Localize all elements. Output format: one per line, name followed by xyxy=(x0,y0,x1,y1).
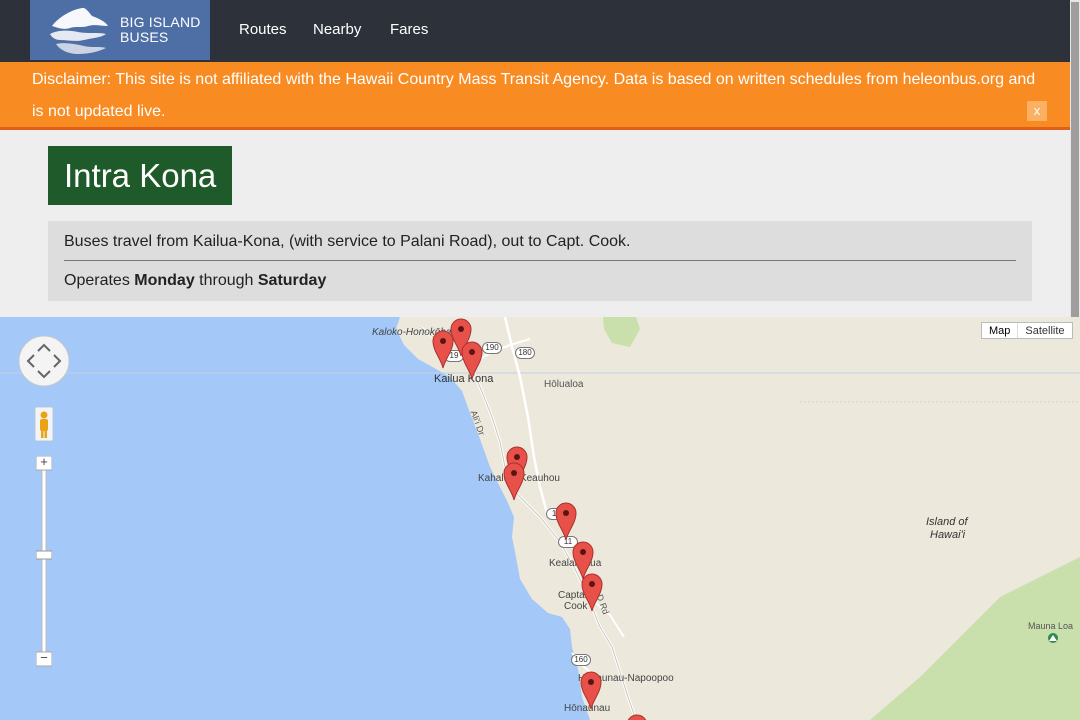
road-shield-180: 180 xyxy=(515,347,535,359)
zoom-slider-track[interactable] xyxy=(35,455,53,670)
street-view-pegman-icon[interactable] xyxy=(35,407,53,441)
map-type-control: Map Satellite xyxy=(981,322,1073,339)
map-label-holualoa: Hōlualoa xyxy=(544,379,584,390)
bus-stop-marker-icon[interactable] xyxy=(580,670,602,710)
brand-name: BIG ISLAND BUSES xyxy=(120,15,201,45)
brand-home-link[interactable]: BIG ISLAND BUSES xyxy=(30,0,210,60)
pan-control[interactable] xyxy=(18,335,70,387)
bus-stop-marker-icon[interactable] xyxy=(461,340,483,380)
zoom-control: + − xyxy=(35,454,53,675)
bus-stop-marker-icon[interactable] xyxy=(503,461,525,501)
brand-line2: BUSES xyxy=(120,29,169,45)
map-type-map-button[interactable]: Map xyxy=(982,323,1019,338)
operates-mid: through xyxy=(194,272,258,289)
island-logo-icon xyxy=(50,7,108,54)
scrollbar-thumb[interactable] xyxy=(1071,2,1079,340)
operates-start-day: Monday xyxy=(134,272,195,289)
disclaimer-banner: Disclaimer: This site is not affiliated … xyxy=(0,62,1070,130)
nav-fares-link[interactable]: Fares xyxy=(390,21,428,38)
map-base-layer xyxy=(0,317,1080,720)
disclaimer-close-button[interactable]: x xyxy=(1027,101,1047,121)
zoom-in-button[interactable]: + xyxy=(36,454,52,469)
route-info-panel: Buses travel from Kailua-Kona, (with ser… xyxy=(48,221,1032,301)
bus-stop-marker-icon[interactable] xyxy=(581,572,603,612)
road-shield-190: 190 xyxy=(482,342,502,354)
map-label-island-line1: Island of xyxy=(926,516,968,528)
operates-end-day: Saturday xyxy=(257,272,327,289)
map-label-island-line2: Hawai'i xyxy=(930,529,966,541)
route-operating-days: Operates Monday through Saturday xyxy=(64,261,1016,300)
bus-stop-marker-icon[interactable] xyxy=(432,329,454,369)
map-label-mauna-loa: Mauna Loa xyxy=(1028,621,1074,631)
map-type-satellite-button[interactable]: Satellite xyxy=(1018,323,1071,338)
nav-nearby-link[interactable]: Nearby xyxy=(313,21,361,38)
mountain-peak-icon xyxy=(1048,633,1058,643)
disclaimer-text: Disclaimer: This site is not affiliated … xyxy=(32,71,1036,120)
brand-line1: BIG ISLAND xyxy=(120,14,201,30)
operates-prefix: Operates xyxy=(64,272,135,289)
route-map[interactable]: Kaloko-Honokōhau Kailua Kona Hōlualoa Al… xyxy=(0,317,1080,720)
route-title: Intra Kona xyxy=(48,146,233,205)
route-description: Buses travel from Kailua-Kona, (with ser… xyxy=(64,221,1016,261)
nav-routes-link[interactable]: Routes xyxy=(239,21,287,38)
zoom-out-button[interactable]: − xyxy=(36,650,52,665)
bus-stop-marker-icon[interactable] xyxy=(555,501,577,541)
top-navbar: BIG ISLAND BUSES Routes Nearby Fares xyxy=(0,0,1070,62)
road-shield-160: 160 xyxy=(571,654,591,666)
bus-stop-marker-icon[interactable] xyxy=(626,713,648,720)
